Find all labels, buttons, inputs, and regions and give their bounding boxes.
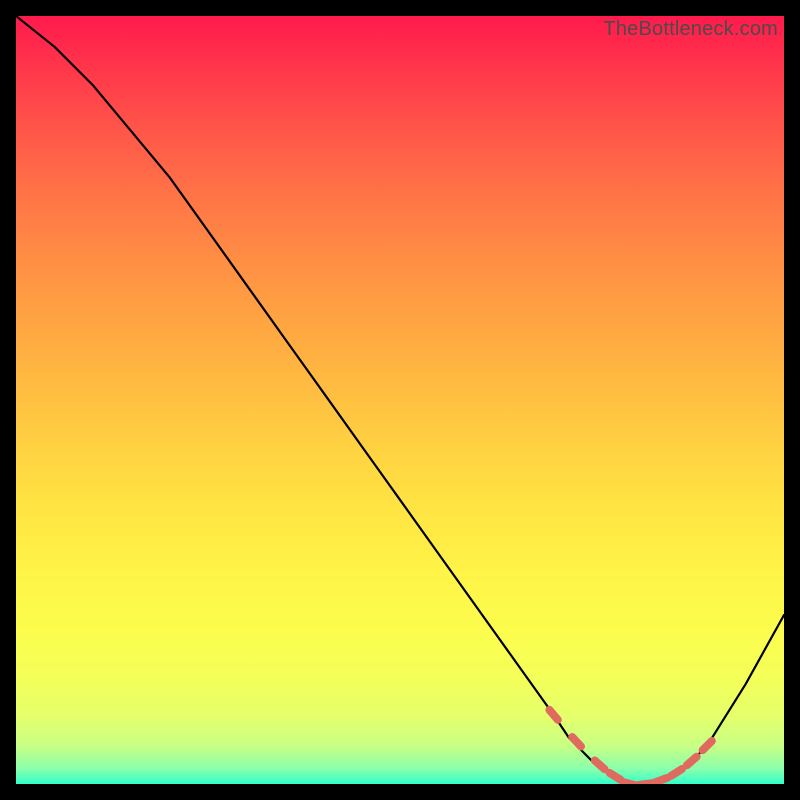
chart-marker bbox=[687, 757, 697, 766]
chart-marker bbox=[549, 710, 557, 720]
chart-svg bbox=[16, 16, 784, 784]
chart-marker bbox=[572, 737, 581, 747]
chart-canvas: TheBottleneck.com bbox=[16, 16, 784, 784]
chart-marker bbox=[610, 773, 621, 780]
chart-marker bbox=[671, 769, 682, 776]
chart-curve bbox=[16, 16, 784, 784]
chart-marker bbox=[639, 783, 652, 784]
chart-markers bbox=[549, 710, 711, 784]
chart-marker bbox=[655, 778, 667, 783]
chart-marker bbox=[624, 782, 637, 784]
chart-marker bbox=[703, 741, 712, 750]
chart-marker bbox=[595, 761, 605, 770]
